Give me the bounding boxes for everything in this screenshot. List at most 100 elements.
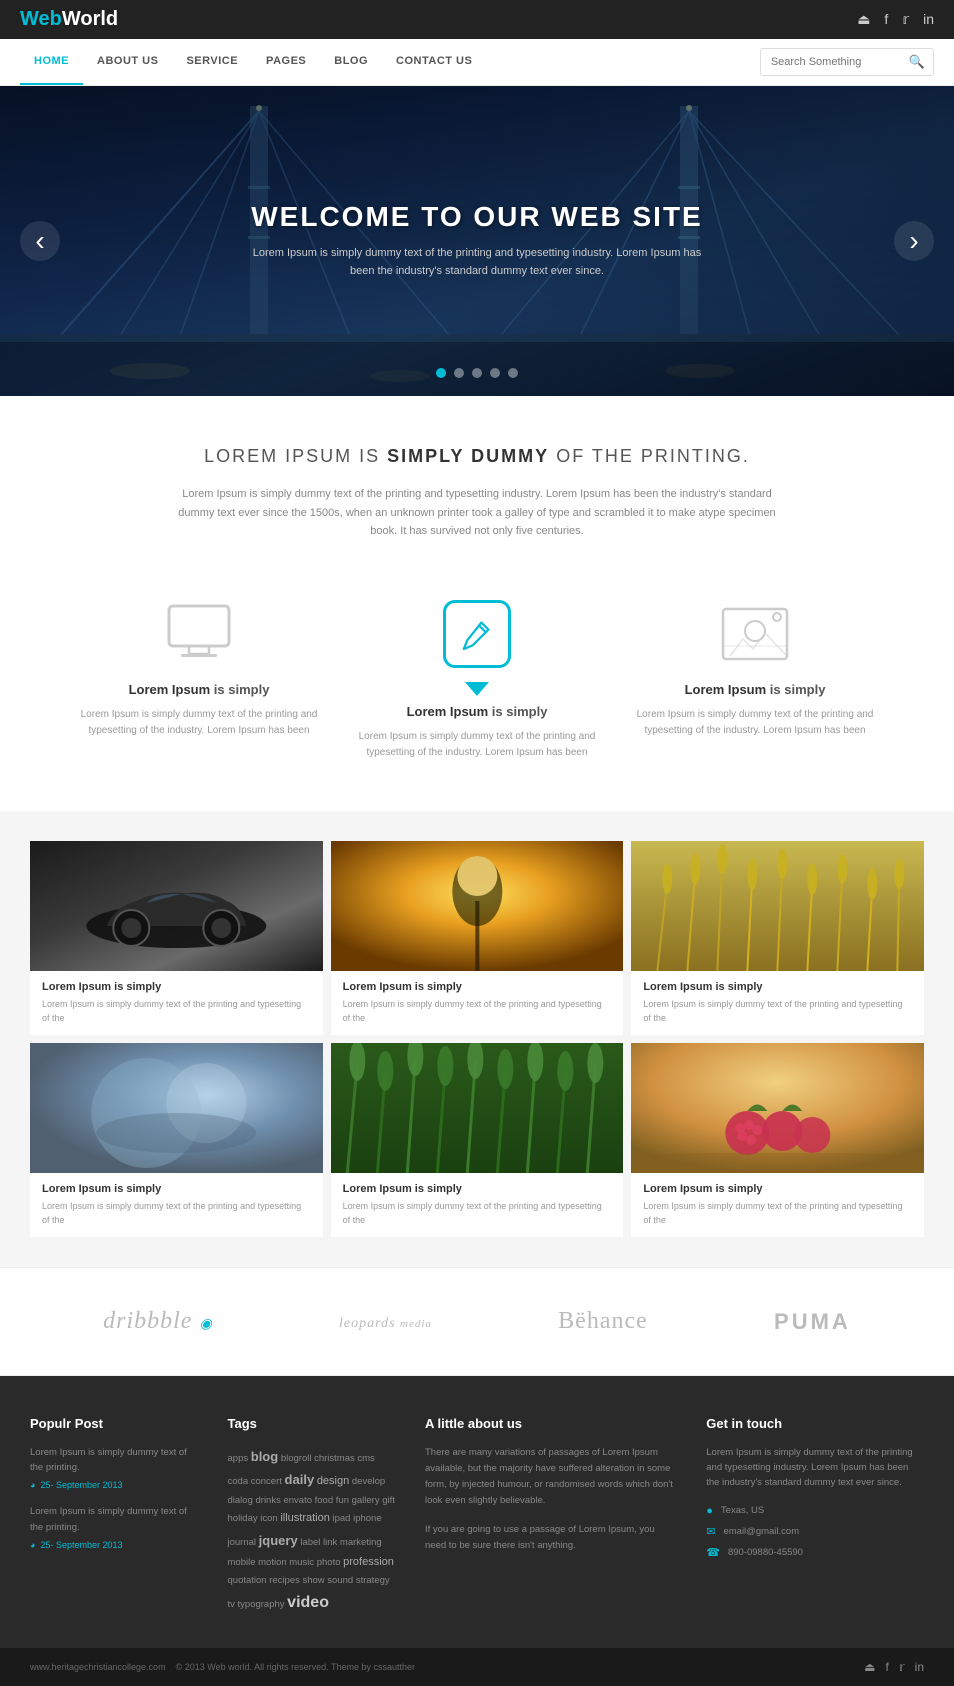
footer-contact-title: Get in touch [706, 1416, 924, 1431]
monitor-icon [159, 601, 239, 666]
feature-monitor-body: Lorem Ipsum is simply dummy text of the … [80, 707, 318, 739]
footer-bottom-social: ⏏ f 𝕣 in [864, 1660, 924, 1674]
intro-body: Lorem Ipsum is simply dummy text of the … [177, 485, 777, 541]
feature-monitor: Lorem Ipsum is simply Lorem Ipsum is sim… [60, 601, 338, 761]
nav-blog[interactable]: BLOG [320, 39, 382, 85]
gallery-card-4[interactable]: Lorem Ipsum is simply Lorem Ipsum is sim… [30, 1043, 323, 1237]
hero-dot-5[interactable] [508, 368, 518, 378]
gallery-img-car [30, 841, 323, 971]
footer: Populr Post Lorem Ipsum is simply dummy … [0, 1376, 954, 1686]
footer-contact-email: ✉ email@gmail.com [706, 1525, 924, 1538]
linkedin-icon[interactable]: in [923, 11, 934, 28]
feature-photo-body: Lorem Ipsum is simply dummy text of the … [636, 707, 874, 739]
hero-dot-4[interactable] [490, 368, 500, 378]
gallery-card-6-body: Lorem Ipsum is simply Lorem Ipsum is sim… [631, 1173, 924, 1237]
search-input[interactable] [761, 51, 901, 73]
feature-edit-body: Lorem Ipsum is simply dummy text of the … [358, 729, 596, 761]
hero-dot-3[interactable] [472, 368, 482, 378]
intro-heading-end: OF THE PRINTING. [556, 446, 750, 466]
footer-contact-phone: ☎ 890-09880-45590 [706, 1546, 924, 1559]
footer-post-1-date: ◕ 25- September 2013 [30, 1480, 198, 1490]
footer-post-2-text: Lorem Ipsum is simply dummy text of the … [30, 1504, 198, 1534]
footer-twitter-icon[interactable]: 𝕣 [899, 1660, 905, 1674]
footer-tags-title: Tags [228, 1416, 396, 1431]
footer-facebook-icon[interactable]: f [886, 1660, 889, 1674]
feature-monitor-title: Lorem Ipsum is simply [80, 682, 318, 697]
nav-service[interactable]: SERVICE [172, 39, 252, 85]
rss-icon[interactable]: ⏏ [857, 11, 870, 28]
nav-pages[interactable]: PAGES [252, 39, 320, 85]
twitter-icon[interactable]: 𝕣 [902, 11, 909, 28]
intro-heading-bold: SIMPLY DUMMY [387, 446, 549, 466]
nav-contact[interactable]: CONTACT US [382, 39, 486, 85]
email-icon: ✉ [706, 1525, 715, 1538]
calendar-icon-2: ◕ [30, 1540, 35, 1550]
gallery-card-2-body: Lorem Ipsum is simply Lorem Ipsum is sim… [331, 971, 624, 1035]
footer-bottom-left: www.heritagechristiancollege.com © 2013 … [30, 1662, 415, 1672]
gallery-img-berry [631, 1043, 924, 1173]
logo: WebWorld [20, 8, 118, 31]
footer-about: A little about us There are many variati… [425, 1416, 676, 1618]
footer-about-title: A little about us [425, 1416, 676, 1431]
gallery-card-1[interactable]: Lorem Ipsum is simply Lorem Ipsum is sim… [30, 841, 323, 1035]
footer-about-body-2: If you are going to use a passage of Lor… [425, 1522, 676, 1554]
hero-dot-1[interactable] [436, 368, 446, 378]
top-bar: WebWorld ⏏ f 𝕣 in [0, 0, 954, 39]
gallery-grid: Lorem Ipsum is simply Lorem Ipsum is sim… [30, 841, 924, 1237]
location-icon: ● [706, 1505, 713, 1517]
footer-post-1-text: Lorem Ipsum is simply dummy text of the … [30, 1445, 198, 1475]
feature-photo-title: Lorem Ipsum is simply [636, 682, 874, 697]
gallery-img-grass [631, 841, 924, 971]
gallery-img-sun [331, 841, 624, 971]
phone-icon: ☎ [706, 1546, 720, 1559]
footer-about-body-1: There are many variations of passages of… [425, 1445, 676, 1510]
center-triangle [465, 682, 489, 696]
gallery-img-blur [30, 1043, 323, 1173]
nav-links: HOME ABOUT US SERVICE PAGES BLOG CONTACT… [20, 39, 486, 85]
gallery-img-wheat [331, 1043, 624, 1173]
gallery-card-3[interactable]: Lorem Ipsum is simply Lorem Ipsum is sim… [631, 841, 924, 1035]
partners-section: dribbble ◉ leopards media Bëhance PUMA [0, 1267, 954, 1376]
footer-contact: Get in touch Lorem Ipsum is simply dummy… [706, 1416, 924, 1618]
gallery-card-5[interactable]: Lorem Ipsum is simply Lorem Ipsum is sim… [331, 1043, 624, 1237]
footer-tags: Tags apps blog blogroll christmas cms co… [228, 1416, 396, 1618]
partner-behance[interactable]: Bëhance [558, 1308, 648, 1335]
hero-title: WELCOME TO OUR WEB SITE [247, 201, 707, 233]
gallery-card-2[interactable]: Lorem Ipsum is simply Lorem Ipsum is sim… [331, 841, 624, 1035]
nav-home[interactable]: HOME [20, 39, 83, 85]
footer-rss-icon[interactable]: ⏏ [864, 1660, 875, 1674]
features-row: Lorem Ipsum is simply Lorem Ipsum is sim… [0, 571, 954, 811]
footer-popular-post-title: Populr Post [30, 1416, 198, 1431]
footer-contact-intro: Lorem Ipsum is simply dummy text of the … [706, 1445, 924, 1491]
footer-tags-content: apps blog blogroll christmas cms coda co… [228, 1445, 396, 1618]
social-icons: ⏏ f 𝕣 in [857, 11, 934, 28]
hero-content: WELCOME TO OUR WEB SITE Lorem Ipsum is s… [127, 201, 827, 280]
footer-post-2-date: ◕ 25- September 2013 [30, 1540, 198, 1550]
facebook-icon[interactable]: f [884, 11, 888, 28]
hero-dots [436, 368, 518, 378]
partner-dribbble[interactable]: dribbble ◉ [103, 1308, 213, 1335]
intro-section: LOREM IPSUM IS SIMPLY DUMMY OF THE PRINT… [0, 396, 954, 571]
hero-prev-button[interactable]: ‹ [20, 221, 60, 261]
gallery-card-5-body: Lorem Ipsum is simply Lorem Ipsum is sim… [331, 1173, 624, 1237]
footer-post-1: Lorem Ipsum is simply dummy text of the … [30, 1445, 198, 1490]
feature-edit: Lorem Ipsum is simply Lorem Ipsum is sim… [338, 601, 616, 761]
navbar: HOME ABOUT US SERVICE PAGES BLOG CONTACT… [0, 39, 954, 86]
hero-dot-2[interactable] [454, 368, 464, 378]
intro-heading-light: LOREM IPSUM IS [204, 446, 387, 466]
partner-leopards[interactable]: leopards media [339, 1310, 432, 1333]
footer-post-2: Lorem Ipsum is simply dummy text of the … [30, 1504, 198, 1549]
footer-linkedin-icon[interactable]: in [915, 1660, 924, 1674]
hero-next-button[interactable]: › [894, 221, 934, 261]
footer-grid: Populr Post Lorem Ipsum is simply dummy … [30, 1416, 924, 1648]
nav-about[interactable]: ABOUT US [83, 39, 172, 85]
footer-popular-post: Populr Post Lorem Ipsum is simply dummy … [30, 1416, 198, 1618]
search-button[interactable]: 🔍 [901, 49, 933, 75]
gallery-card-4-body: Lorem Ipsum is simply Lorem Ipsum is sim… [30, 1173, 323, 1237]
intro-heading: LOREM IPSUM IS SIMPLY DUMMY OF THE PRINT… [80, 446, 874, 467]
feature-photo: Lorem Ipsum is simply Lorem Ipsum is sim… [616, 601, 894, 761]
partner-puma[interactable]: PUMA [774, 1309, 851, 1335]
gallery-card-6[interactable]: Lorem Ipsum is simply Lorem Ipsum is sim… [631, 1043, 924, 1237]
gallery-card-3-body: Lorem Ipsum is simply Lorem Ipsum is sim… [631, 971, 924, 1035]
hero-subtitle: Lorem Ipsum is simply dummy text of the … [247, 245, 707, 280]
